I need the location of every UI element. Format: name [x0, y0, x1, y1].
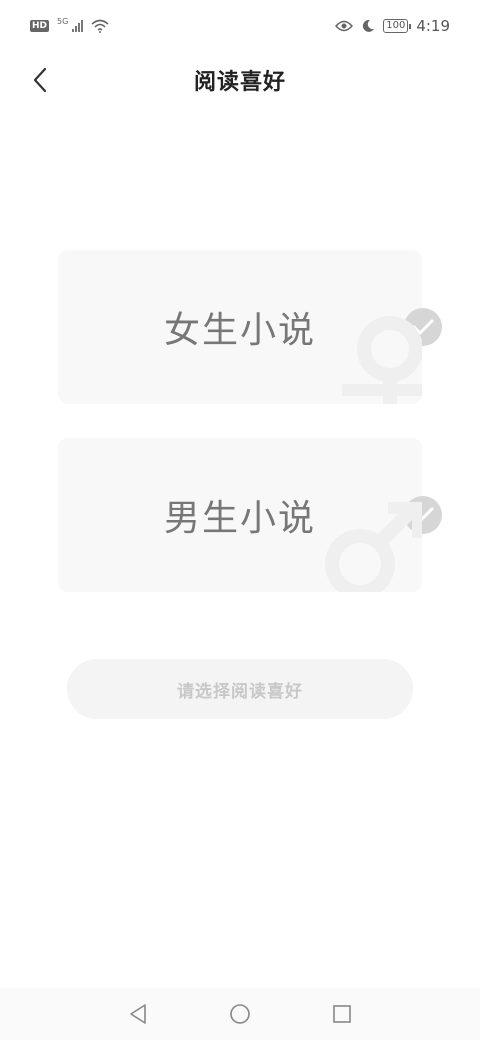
- signal-icon: [72, 20, 84, 32]
- page-title: 阅读喜好: [193, 70, 286, 95]
- triangle-back-icon[interactable]: [126, 1002, 150, 1026]
- hd-badge: HD: [30, 20, 50, 32]
- wifi-icon: [91, 19, 109, 33]
- square-recent-icon[interactable]: [330, 1002, 354, 1026]
- moon-icon: [363, 19, 375, 32]
- back-button[interactable]: [24, 64, 56, 96]
- clock: 4:19: [416, 17, 450, 35]
- header: 阅读喜好: [0, 52, 480, 108]
- option-card-male[interactable]: 男生小说: [58, 438, 422, 592]
- status-right: 100 4:19: [335, 17, 450, 35]
- eye-icon: [335, 20, 354, 32]
- submit-preference-button[interactable]: 请选择阅读喜好: [67, 659, 413, 719]
- chevron-left-icon: [33, 67, 47, 93]
- option-card-female[interactable]: 女生小说: [58, 250, 422, 404]
- battery-icon: 100: [383, 19, 412, 33]
- system-nav-bar: [0, 988, 480, 1040]
- status-left: HD 5G: [30, 16, 109, 33]
- option-label-male: 男生小说: [163, 498, 316, 539]
- status-bar: HD 5G 100 4:19: [0, 0, 480, 52]
- option-label-female: 女生小说: [163, 310, 316, 351]
- circle-home-icon[interactable]: [228, 1002, 252, 1026]
- network-type: 5G: [57, 16, 69, 26]
